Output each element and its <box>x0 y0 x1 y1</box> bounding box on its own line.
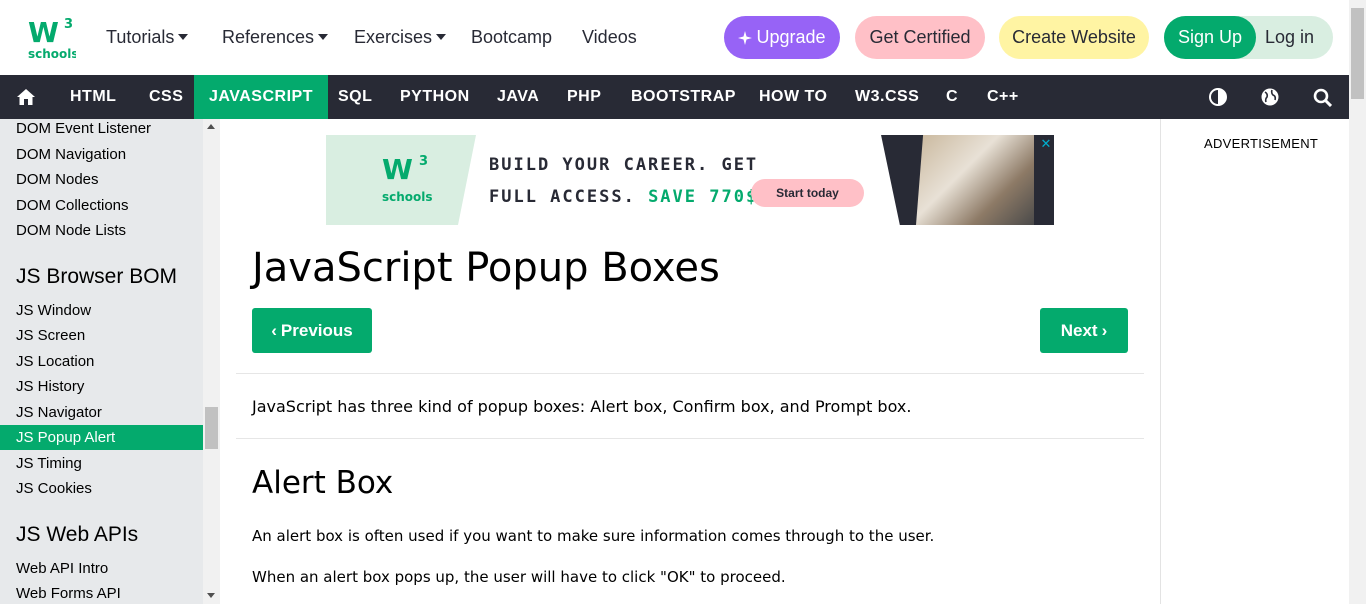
svg-text:W: W <box>382 153 413 186</box>
svg-text:schools: schools <box>28 47 76 61</box>
banner-headline-2: FULL ACCESS. SAVE 770$ <box>489 187 758 207</box>
sidebar-scroll-thumb[interactable] <box>205 407 218 449</box>
next-label: Next <box>1060 320 1098 340</box>
sidebar-item-js-navigator[interactable]: JS Navigator <box>0 400 203 425</box>
nav-bootstrap[interactable]: BOOTSTRAP <box>631 75 736 119</box>
left-sidebar: DOM Event Listener DOM Navigation DOM No… <box>0 119 220 604</box>
banner-headline-2-text: FULL ACCESS. <box>489 187 649 207</box>
references-label: References <box>222 27 315 47</box>
upgrade-label: Upgrade <box>756 27 826 47</box>
nav-python[interactable]: PYTHON <box>400 75 470 119</box>
create-website-button[interactable]: Create Website <box>999 16 1149 59</box>
sidebar-item-js-screen[interactable]: JS Screen <box>0 323 203 348</box>
get-certified-button[interactable]: Get Certified <box>855 16 985 59</box>
sidebar-item-dom-navigation[interactable]: DOM Navigation <box>0 142 203 167</box>
subject-navbar: HTML CSS JAVASCRIPT SQL PYTHON JAVA PHP … <box>0 75 1349 119</box>
nav-html[interactable]: HTML <box>70 75 116 119</box>
chevron-left-icon: ‹ <box>271 320 277 340</box>
caret-down-icon <box>318 34 329 40</box>
scroll-down-icon[interactable] <box>207 593 215 598</box>
nav-javascript[interactable]: JAVASCRIPT <box>194 75 328 119</box>
upgrade-button[interactable]: Upgrade <box>724 16 840 59</box>
tutorials-label: Tutorials <box>106 27 175 47</box>
caret-down-icon <box>436 34 447 40</box>
contrast-icon[interactable] <box>1196 75 1240 119</box>
search-icon[interactable] <box>1300 75 1344 119</box>
svg-text:schools: schools <box>382 190 433 204</box>
page-title: JavaScript Popup Boxes <box>252 245 720 291</box>
sidebar-item-js-popup-alert[interactable]: JS Popup Alert <box>0 425 203 450</box>
auth-group: Sign Up Log in <box>1164 16 1333 59</box>
banner-logo-panel: W 3 schools <box>326 135 476 225</box>
previous-label: Previous <box>280 320 353 340</box>
nav-java[interactable]: JAVA <box>497 75 539 119</box>
sidebar-item-web-forms-api[interactable]: Web Forms API <box>0 581 203 604</box>
banner-headline-1: BUILD YOUR CAREER. GET <box>489 155 759 175</box>
tutorials-menu[interactable]: Tutorials <box>106 27 189 48</box>
exercises-menu[interactable]: Exercises <box>354 27 447 48</box>
divider <box>236 373 1144 374</box>
banner-photo <box>916 135 1034 225</box>
right-ad-column: ADVERTISEMENT <box>1160 119 1349 604</box>
previous-button[interactable]: ‹ Previous <box>252 308 372 353</box>
banner-discount: SAVE 770$ <box>648 187 759 207</box>
bootcamp-link[interactable]: Bootcamp <box>471 27 552 48</box>
sidebar-item-web-api-intro[interactable]: Web API Intro <box>0 556 203 581</box>
next-button[interactable]: Next › <box>1040 308 1128 353</box>
sidebar-item-js-history[interactable]: JS History <box>0 374 203 399</box>
nav-w3css[interactable]: W3.CSS <box>855 75 919 119</box>
scroll-up-icon[interactable] <box>207 124 215 129</box>
advertisement-label: ADVERTISEMENT <box>1204 136 1319 151</box>
nav-php[interactable]: PHP <box>567 75 601 119</box>
svg-text:3: 3 <box>64 17 73 32</box>
divider <box>236 438 1144 439</box>
alert-paragraph-2: When an alert box pops up, the user will… <box>252 568 786 586</box>
exercises-label: Exercises <box>354 27 433 47</box>
sidebar-item-dom-event-listener[interactable]: DOM Event Listener <box>0 119 203 141</box>
chevron-right-icon: › <box>1101 320 1108 340</box>
svg-text:W: W <box>28 16 59 49</box>
home-icon[interactable] <box>4 75 48 119</box>
ad-banner[interactable]: W 3 schools BUILD YOUR CAREER. GET FULL … <box>326 135 1054 225</box>
start-today-button[interactable]: Start today <box>751 179 864 207</box>
caret-down-icon <box>178 34 189 40</box>
sidebar-heading-browser-bom: JS Browser BOM <box>16 265 178 288</box>
log-in-button[interactable]: Log in <box>1265 27 1314 48</box>
w3schools-logo[interactable]: W 3 schools <box>26 14 79 62</box>
page-scroll-thumb[interactable] <box>1351 8 1364 99</box>
sidebar-item-js-window[interactable]: JS Window <box>0 298 203 323</box>
references-menu[interactable]: References <box>222 27 329 48</box>
videos-link[interactable]: Videos <box>582 27 637 48</box>
nav-css[interactable]: CSS <box>149 75 183 119</box>
sidebar-scrollbar[interactable] <box>203 119 220 604</box>
sidebar-item-dom-node-lists[interactable]: DOM Node Lists <box>0 218 203 243</box>
sidebar-item-js-timing[interactable]: JS Timing <box>0 451 203 476</box>
sign-up-button[interactable]: Sign Up <box>1164 16 1256 59</box>
main-content: W 3 schools BUILD YOUR CAREER. GET FULL … <box>220 119 1160 604</box>
svg-text:3: 3 <box>419 154 428 169</box>
nav-cpp[interactable]: C++ <box>987 75 1019 119</box>
close-ad-icon[interactable]: ✕ <box>1039 137 1053 151</box>
nav-how-to[interactable]: HOW TO <box>759 75 827 119</box>
alert-paragraph-1: An alert box is often used if you want t… <box>252 527 935 545</box>
section-heading-alert-box: Alert Box <box>252 465 394 501</box>
globe-icon[interactable] <box>1248 75 1292 119</box>
sidebar-item-dom-nodes[interactable]: DOM Nodes <box>0 167 203 192</box>
top-navbar: W 3 schools Tutorials References Exercis… <box>0 0 1349 75</box>
sidebar-item-js-location[interactable]: JS Location <box>0 349 203 374</box>
w3schools-logo: W 3 schools <box>382 153 433 204</box>
sidebar-item-dom-collections[interactable]: DOM Collections <box>0 193 203 218</box>
sidebar-item-js-cookies[interactable]: JS Cookies <box>0 476 203 501</box>
sidebar-heading-web-apis: JS Web APIs <box>16 523 139 546</box>
sparkle-icon <box>738 30 753 45</box>
nav-sql[interactable]: SQL <box>338 75 372 119</box>
intro-paragraph: JavaScript has three kind of popup boxes… <box>252 397 912 416</box>
nav-c[interactable]: C <box>946 75 958 119</box>
